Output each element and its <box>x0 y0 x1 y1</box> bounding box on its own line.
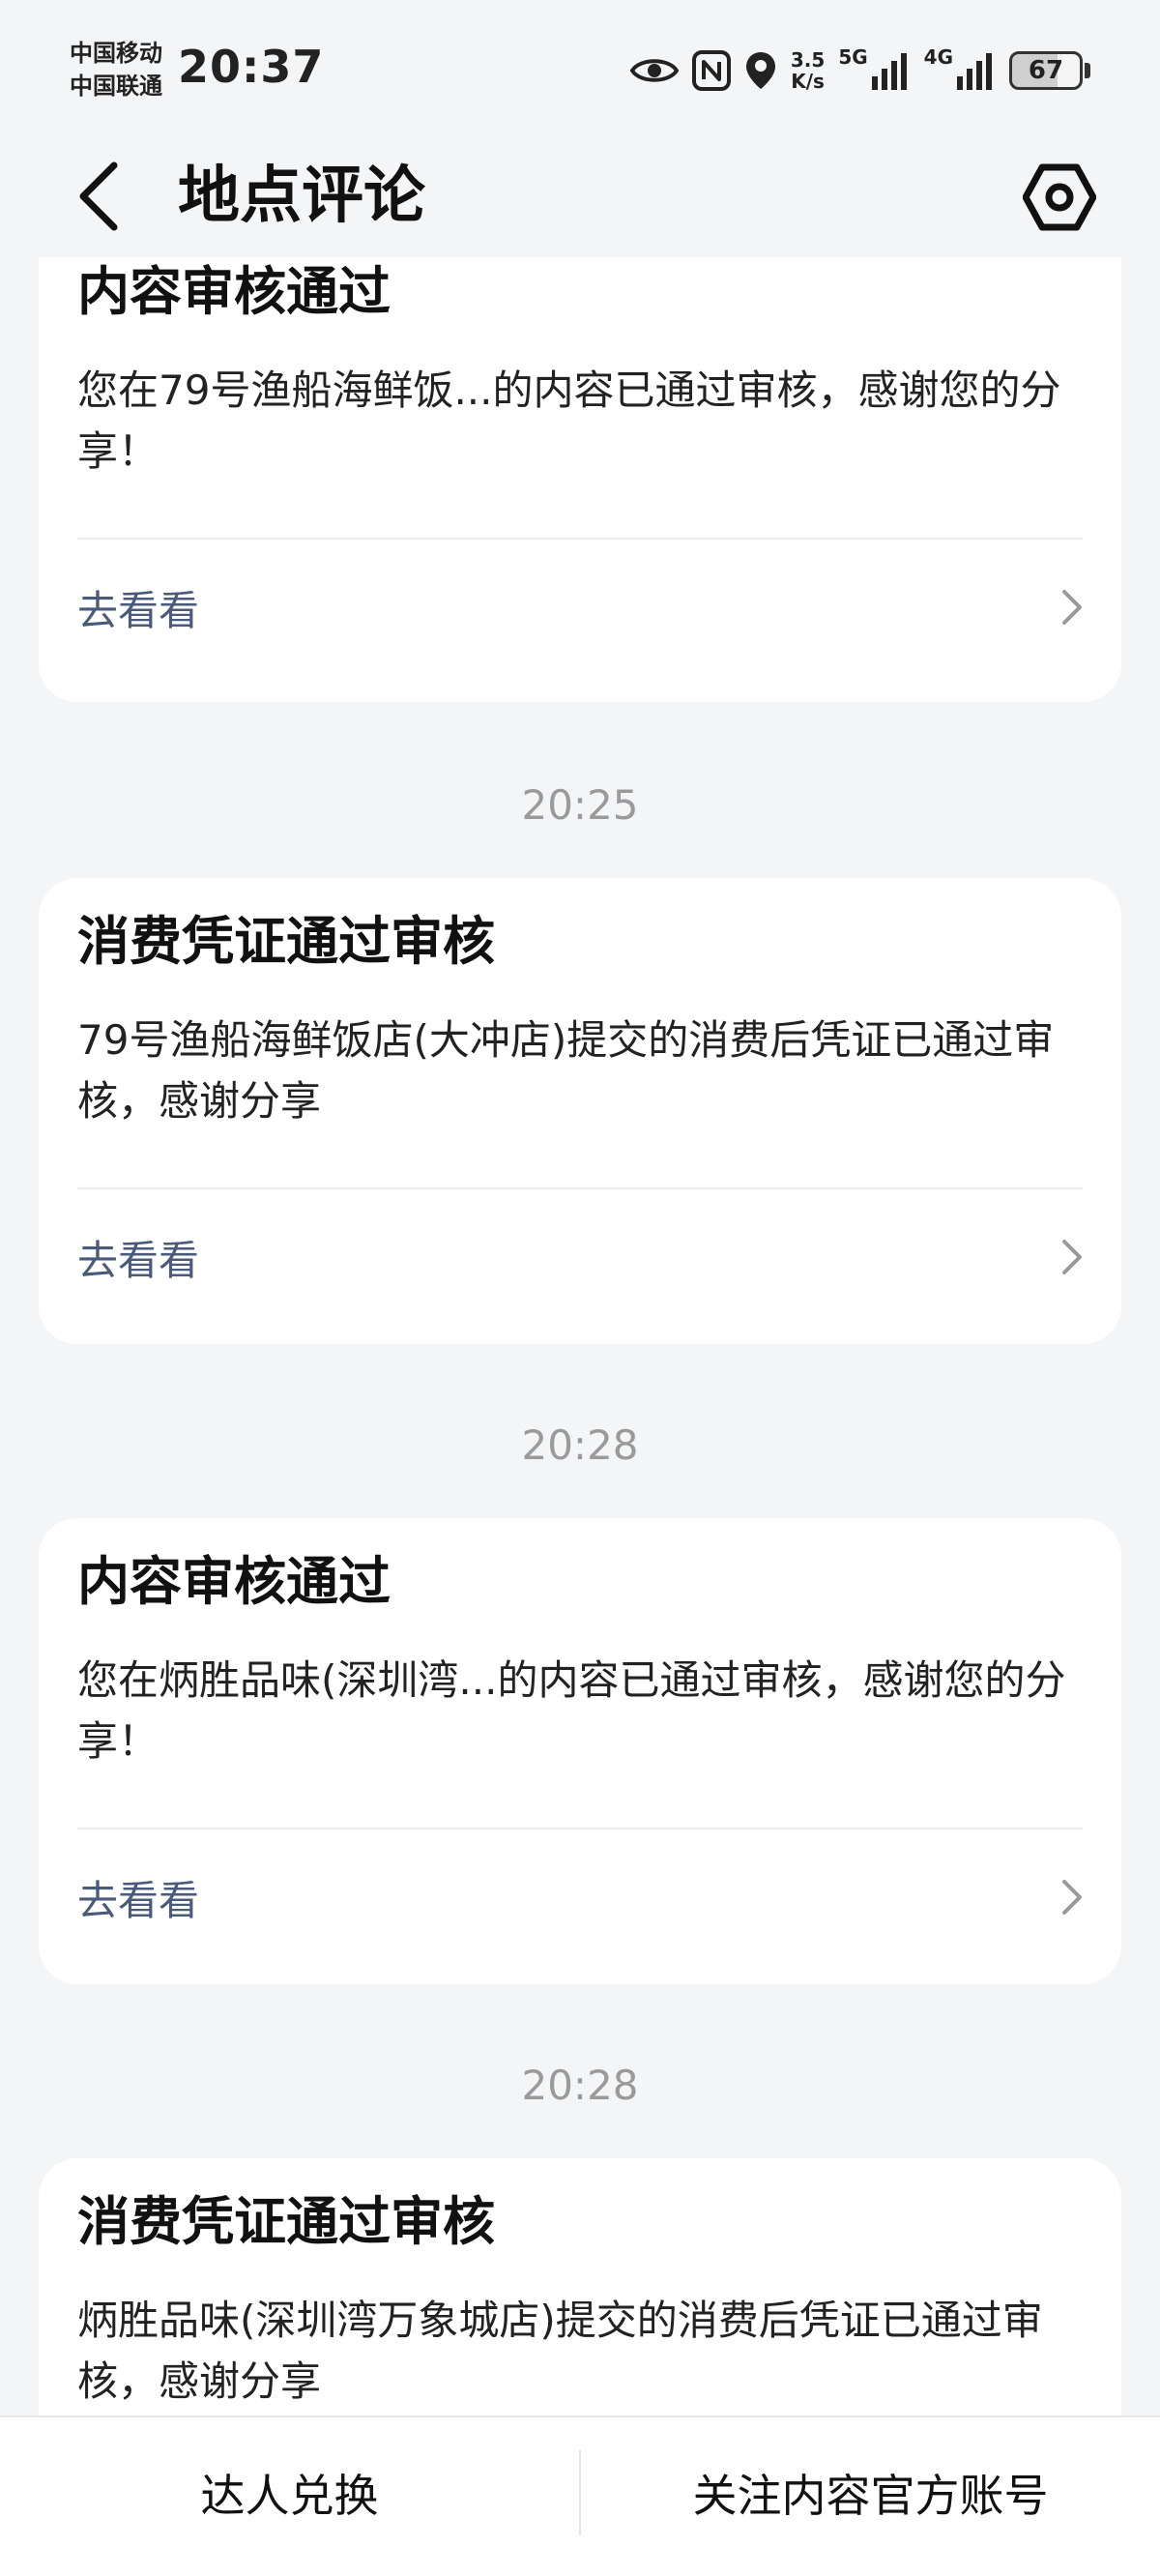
status-time: 20:37 <box>178 41 325 93</box>
back-button[interactable] <box>64 155 133 238</box>
nav-bar: 地点评论 <box>0 135 1160 257</box>
message-title: 内容审核通过 <box>77 1551 391 1612</box>
carrier-labels: 中国移动 中国联通 <box>70 37 162 102</box>
view-details-button[interactable]: 去看看 <box>77 540 1083 675</box>
chevron-right-icon <box>1062 590 1082 625</box>
follow-official-account-button[interactable]: 关注内容官方账号 <box>581 2410 1160 2576</box>
message-body: 炳胜品味(深圳湾万象城店)提交的消费后凭证已通过审核，感谢分享 <box>77 2297 1043 2405</box>
message-body: 79号渔船海鲜饭店(大冲店)提交的消费后凭证已通过审核，感谢分享 <box>77 1016 1055 1125</box>
chevron-right-icon <box>1062 1240 1082 1274</box>
message-body: 您在79号渔船海鲜饭...的内容已通过审核，感谢您的分享！ <box>77 366 1061 475</box>
message-card: 消费凭证通过审核 炳胜品味(深圳湾万象城店)提交的消费后凭证已通过审核，感谢分享 <box>39 2158 1121 2415</box>
battery-level: 67 <box>1028 56 1064 85</box>
carrier-1: 中国移动 <box>70 40 162 67</box>
view-details-button[interactable]: 去看看 <box>77 1189 1083 1325</box>
view-details-label: 去看看 <box>77 586 200 634</box>
signal-5g: 5G <box>838 45 910 90</box>
eye-icon <box>629 59 679 82</box>
net-speed-unit: K/s <box>791 70 825 93</box>
status-icons: 3.5 K/s 5G 4G 67 <box>629 44 1090 97</box>
message-feed[interactable]: 内容审核通过 您在79号渔船海鲜饭...的内容已通过审核，感谢您的分享！ 去看看… <box>0 257 1160 2415</box>
net-speed-value: 3.5 <box>790 48 826 72</box>
nfc-icon <box>691 50 731 91</box>
chevron-left-icon <box>79 161 118 231</box>
battery-icon: 67 <box>1009 51 1083 90</box>
message-timestamp: 20:25 <box>521 781 639 829</box>
view-details-label: 去看看 <box>77 1236 200 1284</box>
signal-4g-label: 4G <box>923 45 953 69</box>
message-title: 消费凭证通过审核 <box>77 2191 495 2252</box>
bottom-bar: 达人兑换 关注内容官方账号 <box>0 2415 1160 2576</box>
chevron-right-icon <box>1062 1880 1082 1915</box>
message-card: 内容审核通过 您在79号渔船海鲜饭...的内容已通过审核，感谢您的分享！ 去看看 <box>39 257 1121 702</box>
view-details-button[interactable]: 去看看 <box>77 1830 1083 1965</box>
signal-5g-label: 5G <box>838 45 868 69</box>
view-details-label: 去看看 <box>77 1876 200 1924</box>
location-icon <box>745 52 775 89</box>
hexagon-settings-icon <box>1023 163 1096 231</box>
settings-button[interactable] <box>1013 151 1106 244</box>
net-speed: 3.5 K/s <box>791 49 825 92</box>
signal-4g: 4G <box>924 45 996 90</box>
page-title: 地点评论 <box>178 161 425 232</box>
signal-icon <box>871 53 907 90</box>
message-timestamp: 20:28 <box>521 1421 639 1469</box>
message-title: 消费凭证通过审核 <box>77 911 495 972</box>
expert-exchange-button[interactable]: 达人兑换 <box>0 2410 579 2576</box>
message-card: 内容审核通过 您在炳胜品味(深圳湾...的内容已通过审核，感谢您的分享！ 去看看 <box>39 1518 1121 1984</box>
status-bar: 中国移动 中国联通 20:37 3.5 K/s 5G 4G 67 <box>0 0 1160 135</box>
battery-tip <box>1085 63 1090 78</box>
signal-icon <box>957 53 992 90</box>
message-timestamp: 20:28 <box>521 2062 639 2109</box>
message-card: 消费凭证通过审核 79号渔船海鲜饭店(大冲店)提交的消费后凭证已通过审核，感谢分… <box>39 878 1121 1344</box>
message-body: 您在炳胜品味(深圳湾...的内容已通过审核，感谢您的分享！ <box>77 1656 1066 1765</box>
carrier-2: 中国联通 <box>70 73 162 100</box>
message-title: 内容审核通过 <box>77 261 391 322</box>
